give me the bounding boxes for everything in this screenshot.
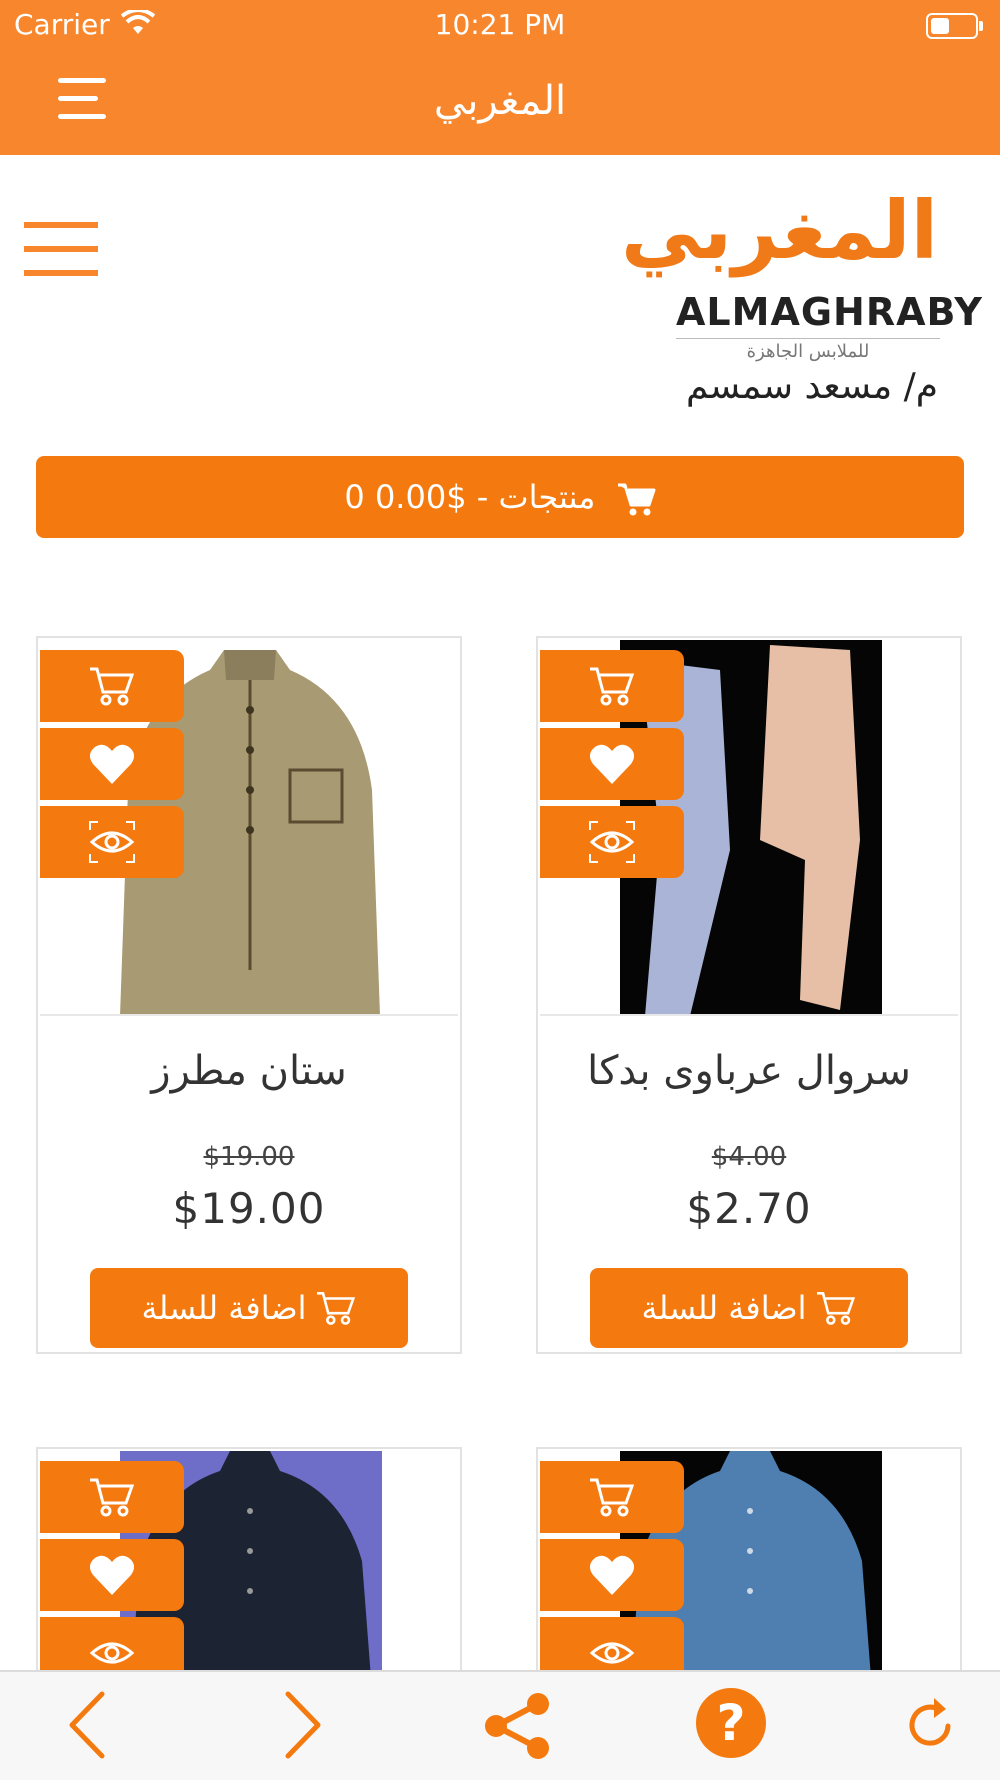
logo-tagline: للملابس الجاهزة	[676, 338, 940, 362]
cart-icon	[90, 1478, 135, 1517]
forward-icon[interactable]	[280, 1690, 324, 1760]
eye-icon	[89, 821, 135, 863]
heart-icon	[589, 744, 635, 784]
back-icon[interactable]	[66, 1690, 110, 1760]
cart-summary-label: 0 منتجات - $0.00	[344, 478, 596, 516]
cart-icon	[590, 667, 635, 706]
add-to-cart-label: اضافة للسلة	[641, 1289, 807, 1327]
cart-icon	[316, 1292, 355, 1325]
product-card: سروال عرباوى بدكا $4.00 $2.70 اضافة للسل…	[536, 636, 962, 1354]
eye-icon	[589, 1642, 635, 1664]
logo-english: ALMAGHRABY	[676, 290, 983, 334]
heart-icon	[89, 1555, 135, 1595]
product-card	[36, 1447, 462, 1691]
cart-summary-button[interactable]: 0 منتجات - $0.00	[36, 456, 964, 538]
add-to-cart-icon-button[interactable]	[540, 650, 684, 722]
product-old-price: $19.00	[203, 1142, 295, 1172]
quick-view-button[interactable]	[40, 806, 184, 878]
product-name[interactable]: ستان مطرز	[38, 1048, 460, 1094]
store-logo: المغربي ALMAGHRABY للملابس الجاهزة م/ مس…	[621, 186, 982, 408]
add-to-cart-icon-button[interactable]	[540, 1461, 684, 1533]
add-to-cart-icon-button[interactable]	[40, 650, 184, 722]
product-price: $19.00	[172, 1184, 326, 1233]
battery-icon	[926, 13, 983, 39]
cart-icon	[617, 483, 656, 516]
eye-icon	[89, 1642, 135, 1664]
product-card: ستان مطرز $19.00 $19.00 اضافة للسلة	[36, 636, 462, 1354]
bottom-toolbar: ?	[0, 1670, 1000, 1780]
app-header: Carrier 10:21 PM المغربي	[0, 0, 1000, 155]
heart-icon	[589, 1555, 635, 1595]
cart-icon	[90, 667, 135, 706]
heart-icon	[89, 744, 135, 784]
logo-owner: م/ مسعد سمسم	[685, 366, 938, 407]
page-title: المغربي	[433, 78, 567, 124]
add-to-cart-button[interactable]: اضافة للسلة	[590, 1268, 908, 1348]
add-to-cart-label: اضافة للسلة	[141, 1289, 307, 1327]
logo-arabic: المغربي	[621, 184, 938, 277]
cart-icon	[816, 1292, 855, 1325]
add-to-cart-button[interactable]: اضافة للسلة	[90, 1268, 408, 1348]
help-icon[interactable]: ?	[696, 1688, 766, 1758]
cart-icon	[590, 1478, 635, 1517]
product-card	[536, 1447, 962, 1691]
quick-view-button[interactable]	[540, 806, 684, 878]
product-price: $2.70	[686, 1184, 812, 1233]
add-to-cart-icon-button[interactable]	[40, 1461, 184, 1533]
site-menu-icon[interactable]	[24, 222, 98, 276]
wishlist-button[interactable]	[540, 728, 684, 800]
product-old-price: $4.00	[711, 1142, 787, 1172]
wishlist-button[interactable]	[40, 728, 184, 800]
wishlist-button[interactable]	[40, 1539, 184, 1611]
share-icon[interactable]	[482, 1690, 554, 1762]
refresh-icon[interactable]	[904, 1690, 960, 1760]
eye-icon	[589, 821, 635, 863]
product-name[interactable]: سروال عرباوى بدكا	[538, 1048, 960, 1094]
status-time: 10:21 PM	[434, 8, 566, 41]
wishlist-button[interactable]	[540, 1539, 684, 1611]
